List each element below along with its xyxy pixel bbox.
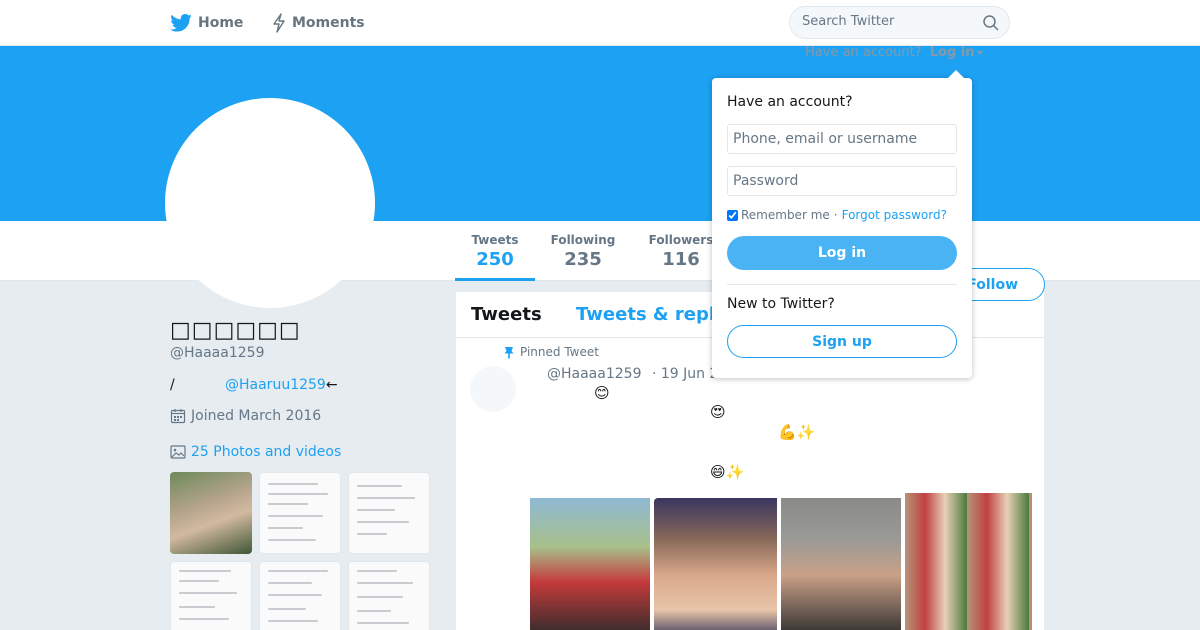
bio-prefix: /	[170, 377, 175, 393]
tweet-avatar[interactable]	[470, 366, 516, 412]
nav-moments[interactable]: Moments	[272, 13, 365, 33]
photo-thumbnail[interactable]	[259, 561, 341, 630]
login-dropdown: Have an account? Remember me · Forgot pa…	[712, 70, 972, 378]
login-title: Have an account?	[727, 94, 853, 110]
image-icon	[170, 445, 186, 459]
tab-tweets[interactable]: Tweets	[471, 304, 542, 325]
remember-checkbox[interactable]	[727, 209, 738, 221]
pinned-indicator: Pinned Tweet	[504, 345, 599, 359]
calendar-icon	[170, 409, 186, 424]
active-tab-indicator	[455, 278, 535, 281]
signup-button[interactable]: Sign up	[727, 325, 957, 358]
stat-following-value: 235	[564, 249, 602, 270]
nav-home-label: Home	[198, 15, 244, 31]
tweet-media-image[interactable]	[781, 498, 901, 630]
photo-thumbnail[interactable]	[170, 561, 252, 630]
avatar[interactable]	[165, 98, 375, 308]
forgot-password-link[interactable]: Forgot password?	[842, 208, 947, 222]
account-prompt-text: Have an account?	[805, 45, 922, 60]
photo-thumbnail[interactable]	[348, 472, 430, 554]
tab-tweets-replies[interactable]: Tweets & repl	[576, 304, 715, 325]
username-field[interactable]	[727, 124, 957, 154]
tweet-handle[interactable]: @Haaaa1259	[547, 366, 641, 382]
stat-followers-value: 116	[662, 249, 700, 270]
tweet-media-image[interactable]	[530, 498, 650, 630]
top-nav: Home Moments	[0, 0, 1200, 46]
stat-following-label: Following	[550, 233, 616, 247]
login-dropdown-toggle[interactable]: Log in	[930, 45, 983, 60]
joined-date: Joined March 2016	[170, 408, 321, 424]
photos-link-label: 25 Photos and videos	[191, 444, 342, 460]
lightning-icon	[273, 13, 285, 33]
login-toggle-label: Log in	[929, 45, 975, 60]
tweet-media-image[interactable]	[654, 498, 777, 630]
stat-following[interactable]: Following 235	[545, 233, 621, 270]
screen-name: @Haaaa1259	[170, 345, 265, 361]
stat-followers-label: Followers	[648, 233, 714, 247]
pinned-label: Pinned Tweet	[520, 345, 599, 359]
stat-tweets[interactable]: Tweets 250	[455, 233, 535, 270]
tweet-emoji: 💪✨	[778, 423, 816, 441]
remember-row: Remember me · Forgot password?	[727, 208, 947, 222]
nav-moments-label: Moments	[292, 15, 365, 31]
bio-mention-link[interactable]: @Haaruu1259	[225, 377, 326, 393]
caret-down-icon	[976, 50, 983, 55]
stat-tweets-value: 250	[476, 249, 514, 270]
search-input[interactable]	[802, 14, 972, 29]
password-field[interactable]	[727, 166, 957, 196]
divider	[727, 284, 957, 285]
remember-label[interactable]: Remember me	[741, 208, 830, 222]
stat-tweets-label: Tweets	[471, 233, 519, 247]
photo-thumbnail[interactable]	[259, 472, 341, 554]
twitter-bird-icon	[170, 14, 192, 32]
joined-text: Joined March 2016	[191, 408, 322, 424]
account-prompt: Have an account? Log in	[805, 45, 983, 60]
new-to-twitter-label: New to Twitter?	[727, 296, 835, 312]
tweet-media-image[interactable]	[905, 493, 1032, 630]
photo-thumbnail[interactable]	[348, 561, 430, 630]
photo-thumbnail[interactable]	[170, 472, 252, 554]
nav-home[interactable]: Home	[170, 13, 243, 33]
bio: / @Haaruu1259←	[170, 377, 338, 393]
tweet-emoji: 😊	[594, 384, 610, 402]
remember-separator: ·	[833, 208, 838, 222]
pin-icon	[504, 346, 514, 358]
photos-videos-link[interactable]: 25 Photos and videos	[170, 444, 341, 460]
bio-suffix: ←	[325, 377, 338, 393]
login-button[interactable]: Log in	[727, 236, 957, 270]
dropdown-arrow	[948, 70, 964, 78]
tweet-emoji: 😍	[710, 403, 726, 421]
display-name: □□□□□□	[170, 318, 301, 343]
tweet-emoji: 😄✨	[710, 463, 745, 481]
stat-followers[interactable]: Followers 116	[643, 233, 719, 270]
search-icon[interactable]	[983, 15, 999, 31]
search-box[interactable]	[789, 6, 1010, 39]
